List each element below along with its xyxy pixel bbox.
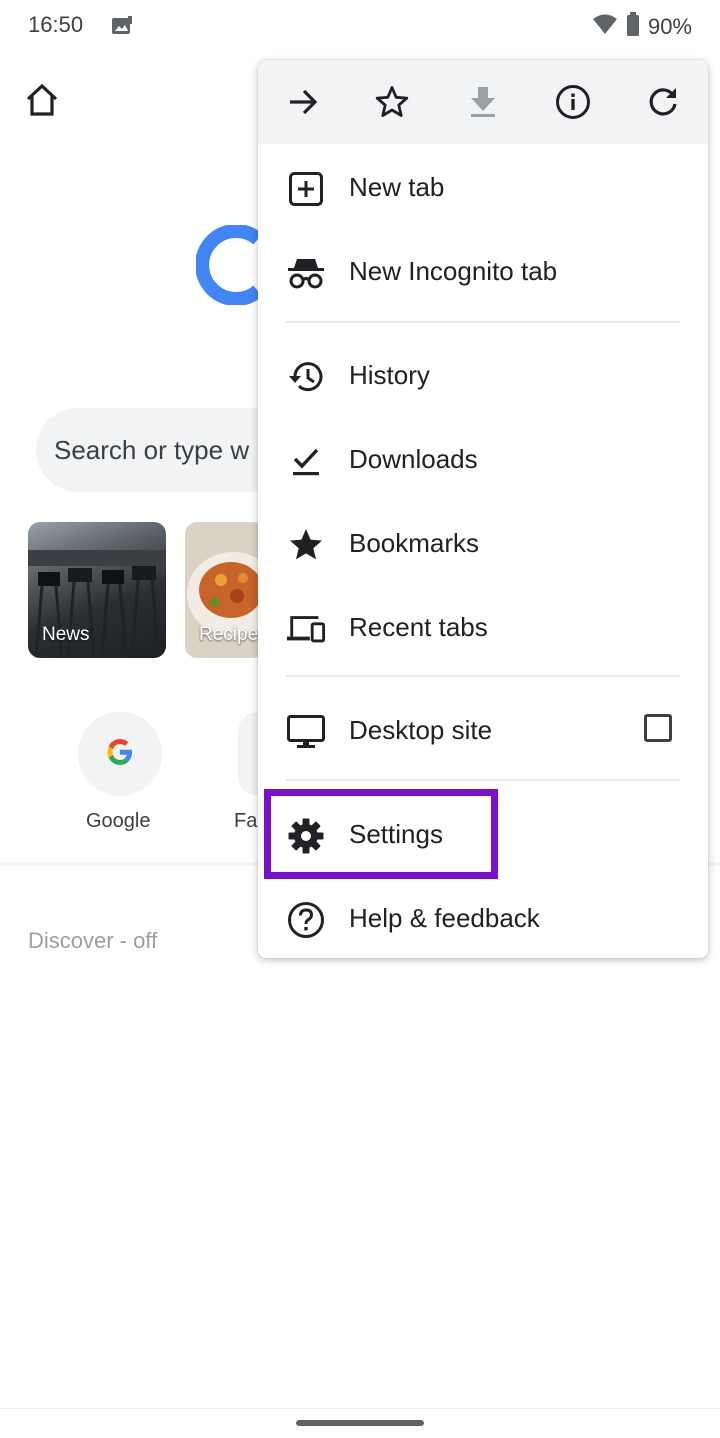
gesture-bar[interactable]: [296, 1420, 424, 1426]
menu-item-label: Bookmarks: [349, 528, 480, 558]
settings-highlight: [264, 789, 498, 879]
refresh-icon[interactable]: [641, 80, 685, 124]
menu-item-label: New Incognito tab: [349, 256, 558, 286]
battery-percent: 90%: [647, 14, 692, 39]
new-tab-icon: [286, 169, 326, 209]
menu-divider: [286, 321, 680, 323]
menu-item-new-incognito-tab[interactable]: New Incognito tab: [258, 229, 708, 313]
download-icon[interactable]: [461, 80, 505, 124]
menu-divider: [286, 675, 680, 677]
shortcut-label: Fa: [234, 810, 258, 832]
recent-tabs-icon: [286, 609, 326, 649]
menu-divider: [286, 779, 680, 781]
menu-toolbar: [258, 60, 708, 144]
incognito-icon: [286, 253, 326, 293]
tile-label: Recipe: [199, 624, 259, 645]
menu-item-new-tab[interactable]: New tab: [258, 145, 708, 229]
menu-item-recent-tabs[interactable]: Recent tabs: [258, 585, 708, 669]
menu-item-label: Help & feedback: [349, 903, 540, 933]
shortcut-label: Google: [86, 810, 151, 832]
shortcut-google[interactable]: [78, 712, 162, 796]
star-icon[interactable]: [370, 80, 414, 124]
status-right: 90%: [592, 12, 692, 42]
menu-item-bookmarks[interactable]: Bookmarks: [258, 501, 708, 585]
tile-recipes[interactable]: Recipe: [185, 522, 265, 658]
gallery-notification-icon: [111, 15, 133, 37]
tile-label: News: [42, 624, 90, 645]
history-icon: [286, 357, 326, 397]
desktop-icon: [286, 712, 326, 752]
search-placeholder: Search or type w: [54, 434, 250, 465]
tile-news[interactable]: News: [28, 522, 166, 658]
info-icon[interactable]: [551, 80, 595, 124]
battery-icon: [626, 12, 640, 42]
home-icon[interactable]: [22, 80, 62, 120]
menu-item-help-feedback[interactable]: Help & feedback: [258, 876, 708, 958]
menu-item-downloads[interactable]: Downloads: [258, 417, 708, 501]
bookmarks-icon: [286, 525, 326, 565]
bottom-divider: [0, 1408, 720, 1409]
status-time: 16:50: [28, 12, 84, 37]
google-logo: [195, 224, 266, 306]
google-g-icon: [105, 737, 135, 772]
downloads-icon: [286, 441, 326, 481]
menu-item-label: Recent tabs: [349, 612, 488, 642]
wifi-icon: [592, 13, 618, 41]
menu-item-label: Downloads: [349, 444, 478, 474]
shortcut-partial[interactable]: [238, 712, 258, 796]
help-icon: [286, 900, 326, 940]
menu-item-history[interactable]: History: [258, 333, 708, 417]
menu-item-label: Desktop site: [349, 715, 493, 745]
menu-item-label: History: [349, 360, 430, 390]
menu-item-label: New tab: [349, 172, 445, 202]
menu-item-desktop-site[interactable]: Desktop site: [258, 688, 708, 772]
forward-icon[interactable]: [281, 80, 325, 124]
discover-status: Discover - off: [28, 928, 158, 953]
desktop-site-checkbox[interactable]: [644, 714, 672, 742]
